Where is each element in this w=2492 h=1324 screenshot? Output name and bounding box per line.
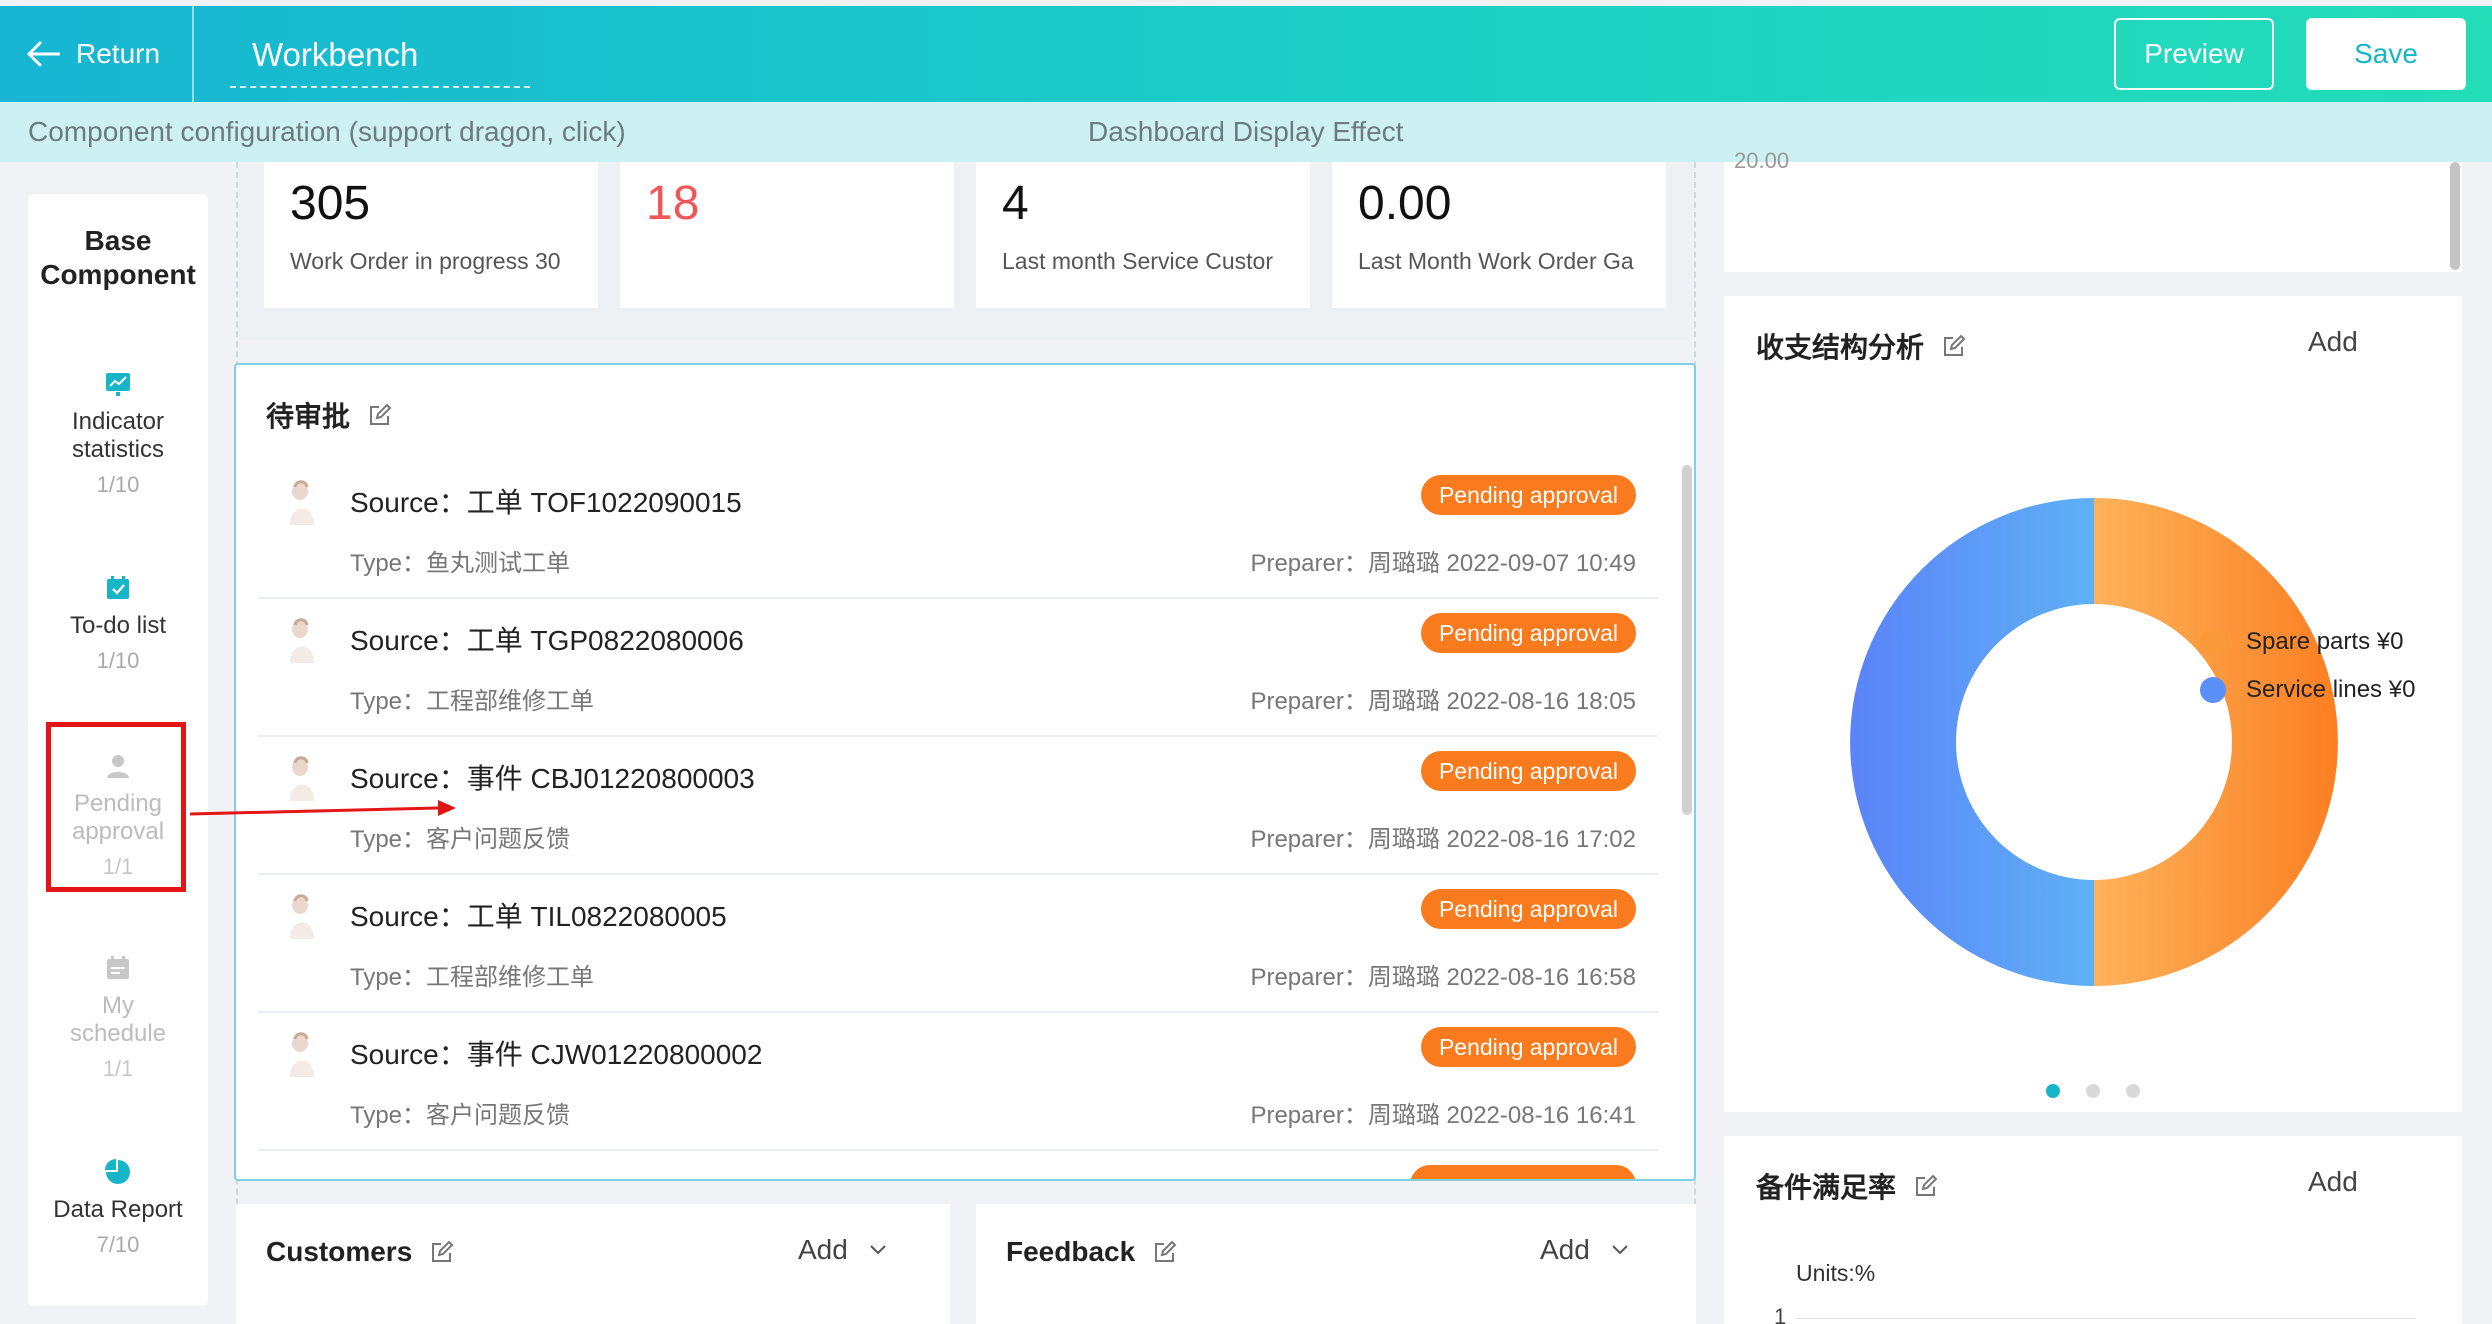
approval-item-partial[interactable] <box>258 1151 1658 1179</box>
top-header: Return Workbench Preview Save <box>0 6 2492 102</box>
status-badge: Pending approval <box>1420 889 1636 929</box>
customers-title: Customers <box>266 1236 454 1268</box>
component-config-label: Component configuration (support dragon,… <box>28 116 626 147</box>
stat-value: 0.00 <box>1358 177 1452 230</box>
stat-value: 4 <box>1002 177 1029 230</box>
pending-approval-title: 待审批 <box>266 395 392 435</box>
approval-item[interactable]: Source：事件 CBJ01220800003 Pending approva… <box>258 737 1658 875</box>
donut-slice-0[interactable] <box>2094 498 2338 986</box>
status-badge: Pending approval <box>1420 475 1636 515</box>
pending-approval-card[interactable]: 待审批 Source：工单 TOF1022090015 Pending appr… <box>234 363 1696 1181</box>
stat-card-2[interactable]: 18 <box>620 162 954 308</box>
scrollbar[interactable] <box>2450 162 2460 270</box>
axis-label-partial: 20.00 <box>1734 148 1790 173</box>
return-button[interactable]: Return <box>26 32 160 76</box>
status-badge: Pending approval <box>1420 751 1636 791</box>
spare-parts-rate-title: 备件满足率 <box>1756 1166 1938 1206</box>
stat-card-work-orders[interactable]: 305 Work Order in progress 30 <box>264 162 598 308</box>
avatar <box>290 894 314 939</box>
approval-item[interactable]: Source：工单 TOF1022090015 Pending approval… <box>258 461 1658 599</box>
approval-item[interactable]: Source：事件 CJW01220800002 Pending approva… <box>258 1013 1658 1151</box>
donut-chart[interactable] <box>1848 496 2340 988</box>
component-indicator-statistics[interactable]: Indicator statistics 1/10 <box>28 370 208 498</box>
chevron-down-icon <box>1612 1245 1628 1255</box>
axis-gridline <box>1796 1318 2416 1319</box>
stat-label: Last Month Work Order Ga <box>1358 248 1634 274</box>
edit-icon[interactable] <box>1153 1240 1177 1264</box>
pager-dot[interactable] <box>2126 1084 2140 1098</box>
add-dropdown[interactable]: Add <box>2308 1166 2358 1198</box>
donut-slice-1[interactable] <box>1850 498 2094 986</box>
stat-card-service-customers[interactable]: 4 Last month Service Custor <box>976 162 1310 308</box>
spare-parts-rate-card[interactable]: 备件满足率 Add Units:% 1 <box>1724 1136 2462 1324</box>
status-badge: Pending approval <box>1420 613 1636 653</box>
pie-icon <box>105 1159 130 1184</box>
income-structure-card[interactable]: 收支结构分析 Add Spare parts ¥0 Service lines … <box>1724 296 2462 1112</box>
units-label: Units:% <box>1796 1260 1876 1286</box>
add-dropdown[interactable]: Add <box>2308 326 2358 358</box>
chevron-down-icon <box>870 1245 886 1255</box>
edit-icon[interactable] <box>1942 334 1966 358</box>
feedback-card[interactable]: Feedback Add <box>976 1204 1696 1324</box>
chart-card-partial[interactable] <box>1724 162 2462 272</box>
axis-tick-label: 1 <box>1774 1304 1787 1324</box>
status-badge: Pending approval <box>1420 1027 1636 1067</box>
edit-icon[interactable] <box>430 1240 454 1264</box>
feedback-title: Feedback <box>1006 1236 1177 1268</box>
stat-card-work-order-gap[interactable]: 0.00 Last Month Work Order Ga <box>1332 162 1666 308</box>
approval-item[interactable]: Source：工单 TGP0822080006 Pending approval… <box>258 599 1658 737</box>
legend-item-spare-parts[interactable]: Spare parts ¥0 <box>2200 628 2403 656</box>
stat-value: 305 <box>290 177 371 230</box>
calendar-check-icon <box>107 576 129 599</box>
avatar <box>290 480 314 525</box>
component-todo-list[interactable]: To-do list 1/10 <box>28 574 208 674</box>
subheader-bar: Component configuration (support dragon,… <box>0 102 2492 162</box>
preview-button[interactable]: Preview <box>2114 18 2274 90</box>
page-title[interactable]: Workbench <box>252 36 418 74</box>
stat-value: 18 <box>646 177 700 230</box>
highlight-box <box>46 722 186 892</box>
legend-item-service-lines[interactable]: Service lines ¥0 <box>2200 676 2415 704</box>
arrow-left-icon <box>27 41 60 67</box>
save-button[interactable]: Save <box>2306 18 2466 90</box>
income-structure-title: 收支结构分析 <box>1756 326 1966 366</box>
avatar <box>290 618 314 663</box>
stat-label: Work Order in progress 30 <box>290 248 561 274</box>
component-my-schedule[interactable]: My schedule 1/1 <box>28 954 208 1082</box>
approval-item[interactable]: Source：工单 TIL0822080005 Pending approval… <box>258 875 1658 1013</box>
edit-icon[interactable] <box>1914 1174 1938 1198</box>
legend-dot <box>2200 677 2226 703</box>
stat-label: Last month Service Custor <box>1002 248 1274 274</box>
chart-icon <box>106 373 130 396</box>
add-dropdown[interactable]: Add <box>798 1234 888 1266</box>
customers-card[interactable]: Customers Add <box>236 1204 950 1324</box>
header-divider <box>192 6 194 102</box>
pager-dot[interactable] <box>2086 1084 2100 1098</box>
panel-title: Base Component <box>40 225 196 290</box>
component-data-report[interactable]: Data Report 7/10 <box>28 1158 208 1258</box>
legend-dot <box>2200 629 2226 655</box>
edit-icon[interactable] <box>368 403 392 427</box>
pager-dot-active[interactable] <box>2046 1084 2060 1098</box>
calendar-icon <box>107 956 129 979</box>
avatar <box>290 756 314 801</box>
status-badge <box>1410 1165 1636 1179</box>
add-dropdown[interactable]: Add <box>1540 1234 1630 1266</box>
dashboard-display-label: Dashboard Display Effect <box>1088 116 1404 147</box>
title-underline <box>230 86 530 88</box>
avatar <box>290 1032 314 1077</box>
return-label: Return <box>76 38 161 69</box>
scrollbar[interactable] <box>1682 465 1692 815</box>
